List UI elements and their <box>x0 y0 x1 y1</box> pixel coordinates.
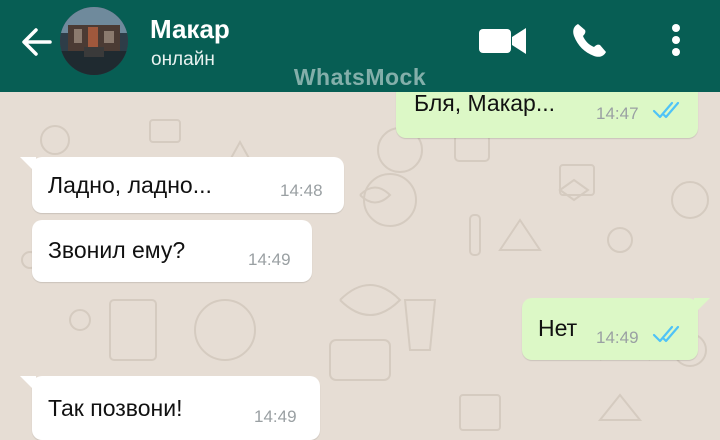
phone-icon[interactable] <box>570 20 608 60</box>
bubble-tail <box>20 157 36 173</box>
message-time: 14:49 <box>596 328 639 347</box>
message-bubble-incoming[interactable]: Ладно, ладно... 14:48 <box>32 157 344 213</box>
bubble-tail <box>20 376 36 392</box>
message-bubble-outgoing[interactable]: Нет 14:49 <box>522 298 698 360</box>
bubble-tail <box>694 298 710 314</box>
message-time: 14:49 <box>254 407 297 426</box>
double-check-icon <box>652 101 680 119</box>
video-call-icon[interactable] <box>478 20 528 60</box>
message-text: Нет <box>538 315 578 341</box>
contact-name[interactable]: Макар <box>150 14 230 45</box>
message-time: 14:49 <box>248 250 291 269</box>
message-bubble-incoming[interactable]: Так позвони! 14:49 <box>32 376 320 440</box>
message-text: Бля, Макар... <box>414 90 556 116</box>
message-text: Звонил ему? <box>48 237 186 263</box>
watermark: WhatsMock <box>293 64 427 90</box>
more-vertical-icon[interactable] <box>664 20 688 60</box>
arrow-left-icon[interactable] <box>18 24 54 60</box>
double-check-icon <box>652 325 680 343</box>
message-text: Так позвони! <box>48 395 183 421</box>
message-bubble-incoming[interactable]: Звонил ему? 14:49 <box>32 220 312 282</box>
message-time: 14:47 <box>596 104 639 123</box>
message-text: Ладно, ладно... <box>48 172 212 198</box>
message-time: 14:48 <box>280 181 323 200</box>
